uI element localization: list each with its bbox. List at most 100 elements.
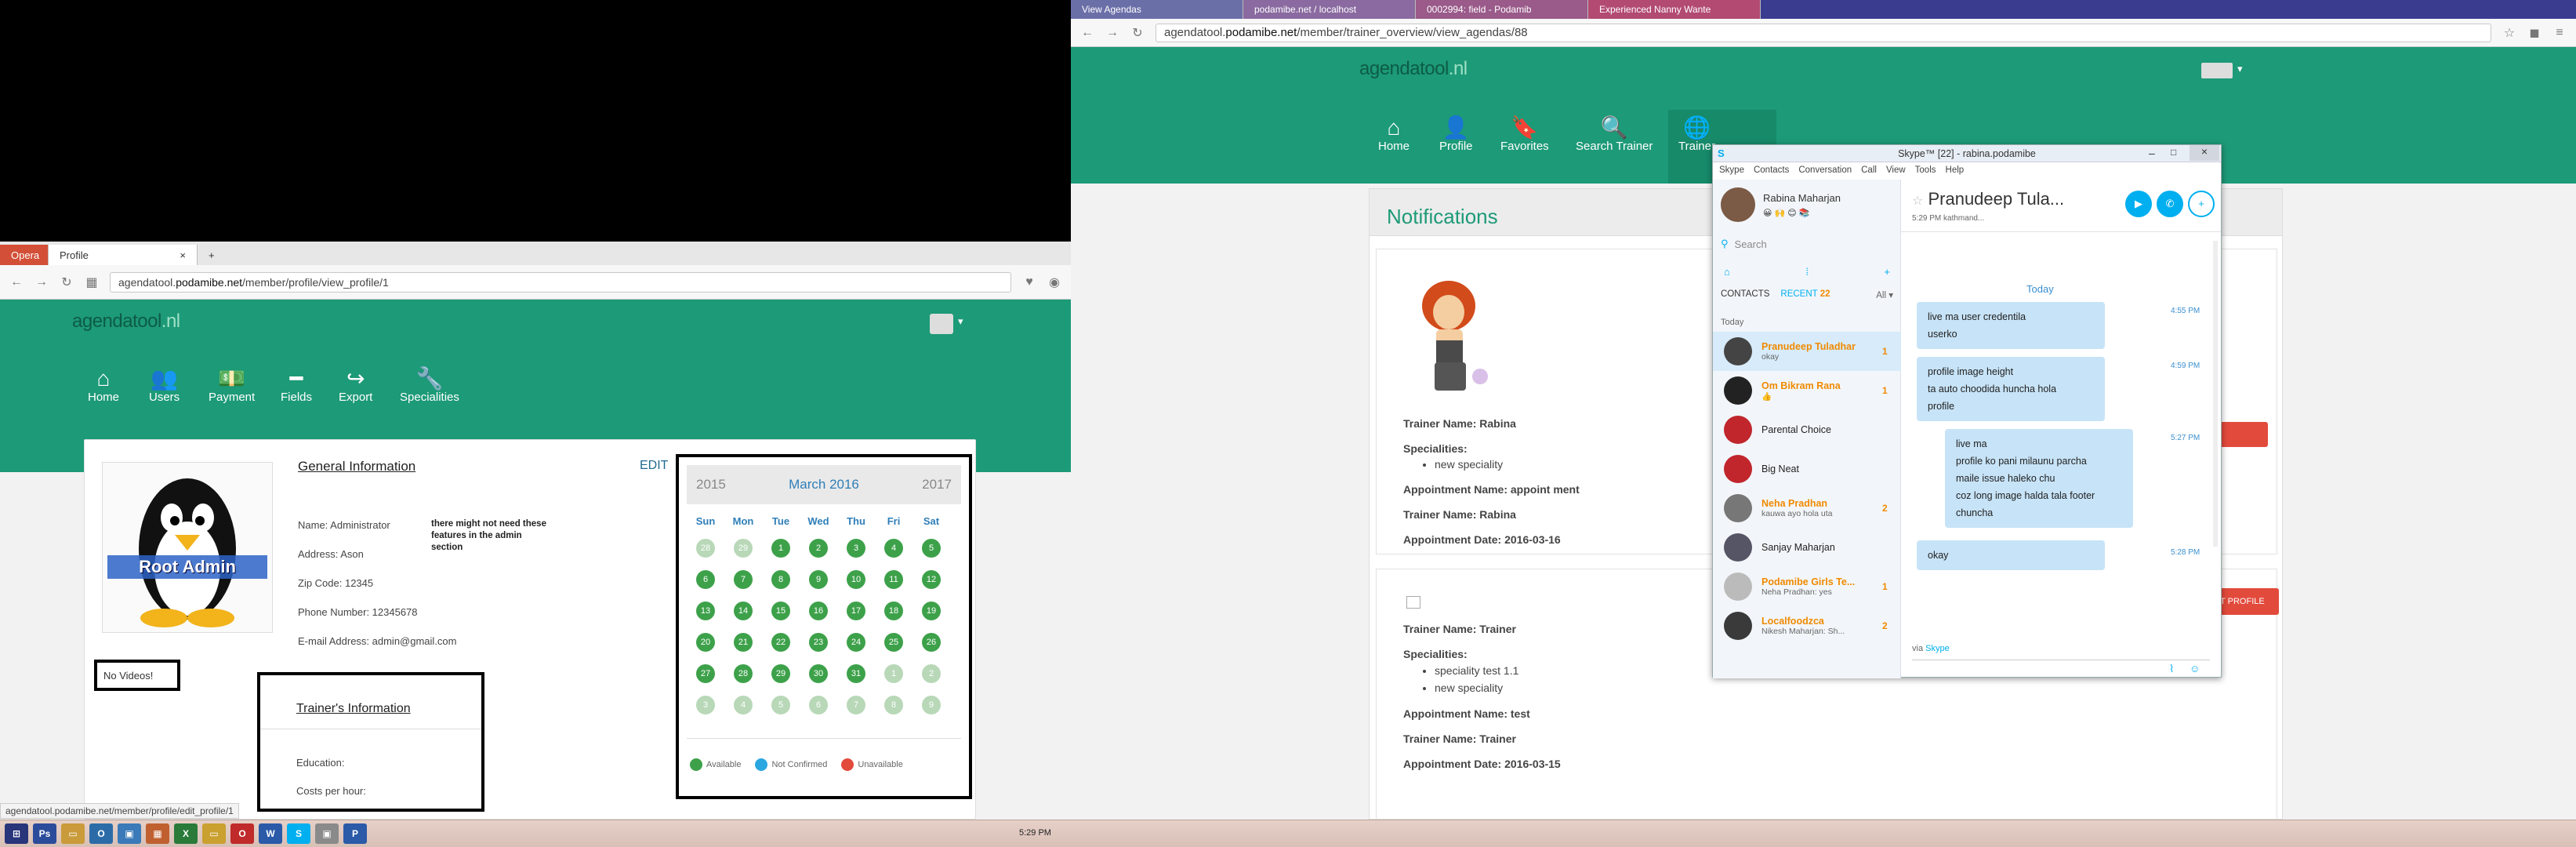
calendar-day[interactable]: 5 — [771, 696, 790, 714]
user-avatar[interactable] — [2201, 63, 2233, 78]
folder-icon[interactable]: ▭ — [202, 823, 226, 844]
nav-search-trainer[interactable]: 🔍 Search Trainer — [1576, 116, 1653, 154]
calendar-day[interactable]: 29 — [771, 664, 790, 683]
calendar-day[interactable]: 31 — [847, 664, 865, 683]
nav-fields[interactable]: ━ Fields — [281, 367, 312, 405]
nav-profile[interactable]: 👤 Profile — [1439, 116, 1473, 154]
calendar-day[interactable]: 2 — [809, 539, 828, 558]
back-icon[interactable]: ← — [1080, 26, 1094, 40]
calendar-day[interactable]: 20 — [696, 633, 715, 652]
calendar-day[interactable]: 8 — [884, 696, 903, 714]
contact-item[interactable]: Big Neat — [1713, 449, 1901, 489]
contact-item[interactable]: Parental Choice — [1713, 410, 1901, 449]
url-input[interactable]: agendatool. podamibe.net/member/trainer_o… — [1156, 23, 2491, 42]
calendar-day[interactable]: 18 — [884, 602, 903, 620]
nav-home[interactable]: ⌂ Home — [88, 367, 119, 405]
calendar-day[interactable]: 1 — [884, 664, 903, 683]
tab-contacts[interactable]: CONTACTS — [1721, 289, 1769, 300]
calendar-day[interactable]: 21 — [734, 633, 753, 652]
grid-icon[interactable]: ▦ — [85, 274, 99, 290]
menu-item[interactable]: Tools — [1915, 165, 1936, 175]
add-icon[interactable]: + — [1884, 266, 1890, 278]
calendar-day[interactable]: 16 — [809, 602, 828, 620]
photoshop-icon[interactable]: Ps — [33, 823, 56, 844]
call-icon[interactable]: ✆ — [2157, 191, 2183, 217]
maximize-icon[interactable]: □ — [2171, 147, 2176, 158]
site-logo[interactable]: agendatool.nl — [1359, 58, 1468, 80]
contact-item[interactable]: Sanjay Maharjan — [1713, 528, 1901, 567]
calendar-day[interactable]: 1 — [771, 539, 790, 558]
tab-nanny[interactable]: Experienced Nanny Wante — [1588, 0, 1761, 19]
skype-icon[interactable]: S — [287, 823, 310, 844]
calendar-day[interactable]: 29 — [734, 539, 753, 558]
menu-icon[interactable]: ≡ — [2552, 26, 2567, 40]
calendar-day[interactable]: 12 — [922, 570, 941, 589]
nav-favorites[interactable]: 🔖 Favorites — [1500, 116, 1549, 154]
calendar-day[interactable]: 11 — [884, 570, 903, 589]
video-call-icon[interactable]: ▶ — [2125, 191, 2152, 217]
calendar-day[interactable]: 14 — [734, 602, 753, 620]
app-icon[interactable]: ▣ — [118, 823, 141, 844]
calendar-day[interactable]: 19 — [922, 602, 941, 620]
calendar-day[interactable]: 28 — [734, 664, 753, 683]
contact-item[interactable]: Pranudeep Tuladhar okay 1 — [1713, 332, 1901, 371]
calendar-day[interactable]: 7 — [734, 570, 753, 589]
attach-icon[interactable]: ⌇ — [2169, 663, 2174, 675]
menu-item[interactable]: Conversation — [1798, 165, 1852, 175]
calendar-day[interactable]: 23 — [809, 633, 828, 652]
calendar-day[interactable]: 22 — [771, 633, 790, 652]
new-tab-button[interactable]: + — [198, 245, 226, 265]
chat-contact-name[interactable]: Pranudeep Tula... — [1928, 189, 2064, 209]
contact-item[interactable]: Neha Pradhan kauwa ayo hola uta 2 — [1713, 489, 1901, 528]
url-input[interactable]: agendatool. podamibe.net/member/profile/v… — [110, 271, 1011, 293]
app-icon[interactable]: ▣ — [315, 823, 339, 844]
app-icon[interactable]: ▦ — [146, 823, 169, 844]
tab-view-agendas[interactable]: View Agendas — [1071, 0, 1243, 19]
contact-item[interactable]: Localfoodzca Nikesh Maharjan: Sh... 2 — [1713, 606, 1901, 645]
calendar-day[interactable]: 5 — [922, 539, 941, 558]
calendar-day[interactable]: 3 — [696, 696, 715, 714]
menu-item[interactable]: View — [1886, 165, 1906, 175]
next-year[interactable]: 2017 — [922, 477, 952, 493]
calendar-day[interactable]: 27 — [696, 664, 715, 683]
add-participant-icon[interactable]: + — [2188, 191, 2215, 217]
app-icon[interactable]: P — [343, 823, 367, 844]
skype-search[interactable]: ⚲ Search — [1721, 234, 1893, 253]
nav-export[interactable]: ↪ Export — [339, 367, 372, 405]
account-icon[interactable]: ◉ — [1047, 274, 1061, 290]
calendar-day[interactable]: 2 — [922, 664, 941, 683]
calendar-day[interactable]: 26 — [922, 633, 941, 652]
close-icon[interactable]: × — [2190, 145, 2219, 161]
word-icon[interactable]: W — [259, 823, 282, 844]
my-name[interactable]: Rabina Maharjan — [1763, 192, 1841, 204]
tab-recent[interactable]: RECENT 22 — [1780, 289, 1830, 300]
opera-menu-tab[interactable]: Opera — [0, 245, 49, 265]
calendar-day[interactable]: 13 — [696, 602, 715, 620]
nav-users[interactable]: 👥 Users — [149, 367, 180, 405]
contact-item[interactable]: Om Bikram Rana 👍 1 — [1713, 371, 1901, 410]
calendar-day[interactable]: 8 — [771, 570, 790, 589]
chevron-down-icon[interactable]: ▾ — [2237, 63, 2243, 75]
reload-icon[interactable]: ↻ — [60, 274, 74, 290]
emoji-icon[interactable]: ☺ — [2190, 663, 2200, 674]
forward-icon[interactable]: → — [34, 275, 49, 289]
star-icon[interactable]: ☆ — [2502, 25, 2516, 41]
tab-profile[interactable]: Profile × — [49, 245, 198, 265]
edit-link[interactable]: EDIT — [640, 459, 668, 473]
back-icon[interactable]: ← — [9, 275, 24, 289]
calendar-day[interactable]: 9 — [809, 570, 828, 589]
extension-icon[interactable]: ◼ — [2527, 25, 2542, 41]
menu-item[interactable]: Contacts — [1754, 165, 1789, 175]
star-icon[interactable]: ☆ — [1912, 194, 1923, 208]
user-avatar[interactable] — [930, 314, 953, 334]
contact-item[interactable]: Podamibe Girls Te... Neha Pradhan: yes 1 — [1713, 567, 1901, 606]
calendar-day[interactable]: 7 — [847, 696, 865, 714]
minimize-icon[interactable]: – — [2149, 147, 2155, 159]
calendar-day[interactable]: 15 — [771, 602, 790, 620]
home-icon[interactable]: ⌂ — [1724, 266, 1730, 278]
tab-phpmyadmin[interactable]: podamibe.net / localhost — [1243, 0, 1416, 19]
menu-item[interactable]: Call — [1861, 165, 1877, 175]
heart-icon[interactable]: ♥ — [1022, 275, 1036, 289]
excel-icon[interactable]: X — [174, 823, 198, 844]
via-app[interactable]: Skype — [1925, 644, 1950, 653]
